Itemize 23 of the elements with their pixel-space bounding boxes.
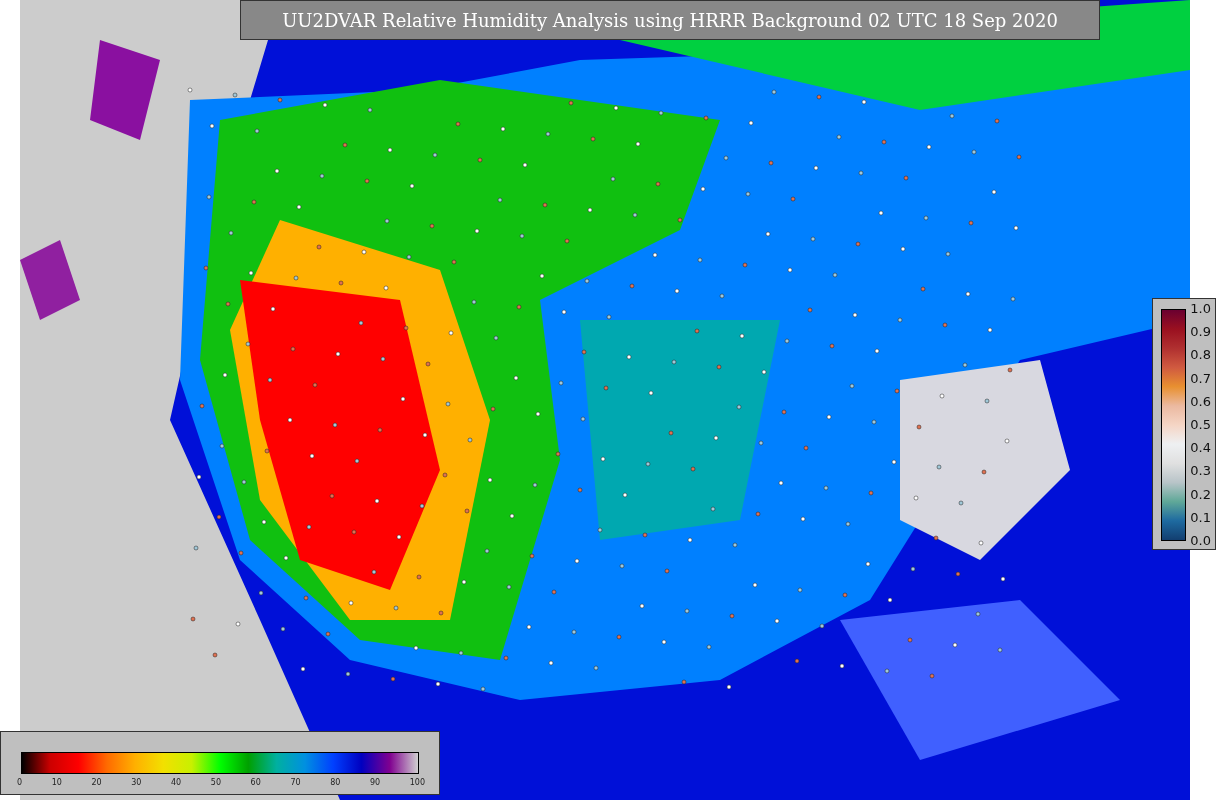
tick-label: 0.0 <box>1190 532 1211 549</box>
tick-label: 90 <box>369 778 381 787</box>
tick-label: 10 <box>51 778 62 787</box>
tick-label: 0.2 <box>1190 486 1211 503</box>
tick-label: 0.6 <box>1190 393 1211 410</box>
tick-label: 60 <box>250 778 261 787</box>
tick-label: 0.8 <box>1190 347 1211 364</box>
tick-label: 0.7 <box>1190 370 1211 387</box>
tick-label: 30 <box>131 778 142 787</box>
tick-label: 0.4 <box>1190 440 1211 457</box>
map-title: UU2DVAR Relative Humidity Analysis using HRRR Background 02 UTC 18 Sep 2020 <box>240 0 1100 40</box>
tick-label: 50 <box>210 778 221 787</box>
tick-label: 0.1 <box>1190 509 1211 526</box>
tick-label: 100 <box>409 778 425 787</box>
tick-label: 40 <box>171 778 182 787</box>
tick-label: 1.0 <box>1190 301 1211 317</box>
tick-label: 0.3 <box>1190 463 1211 480</box>
tick-label: 0.9 <box>1190 324 1211 341</box>
tick-label: 0.5 <box>1190 416 1211 433</box>
tick-label: 70 <box>290 778 301 787</box>
tick-label: 80 <box>330 778 341 787</box>
tick-label: 20 <box>91 778 102 787</box>
tick-label: 0 <box>17 778 23 787</box>
